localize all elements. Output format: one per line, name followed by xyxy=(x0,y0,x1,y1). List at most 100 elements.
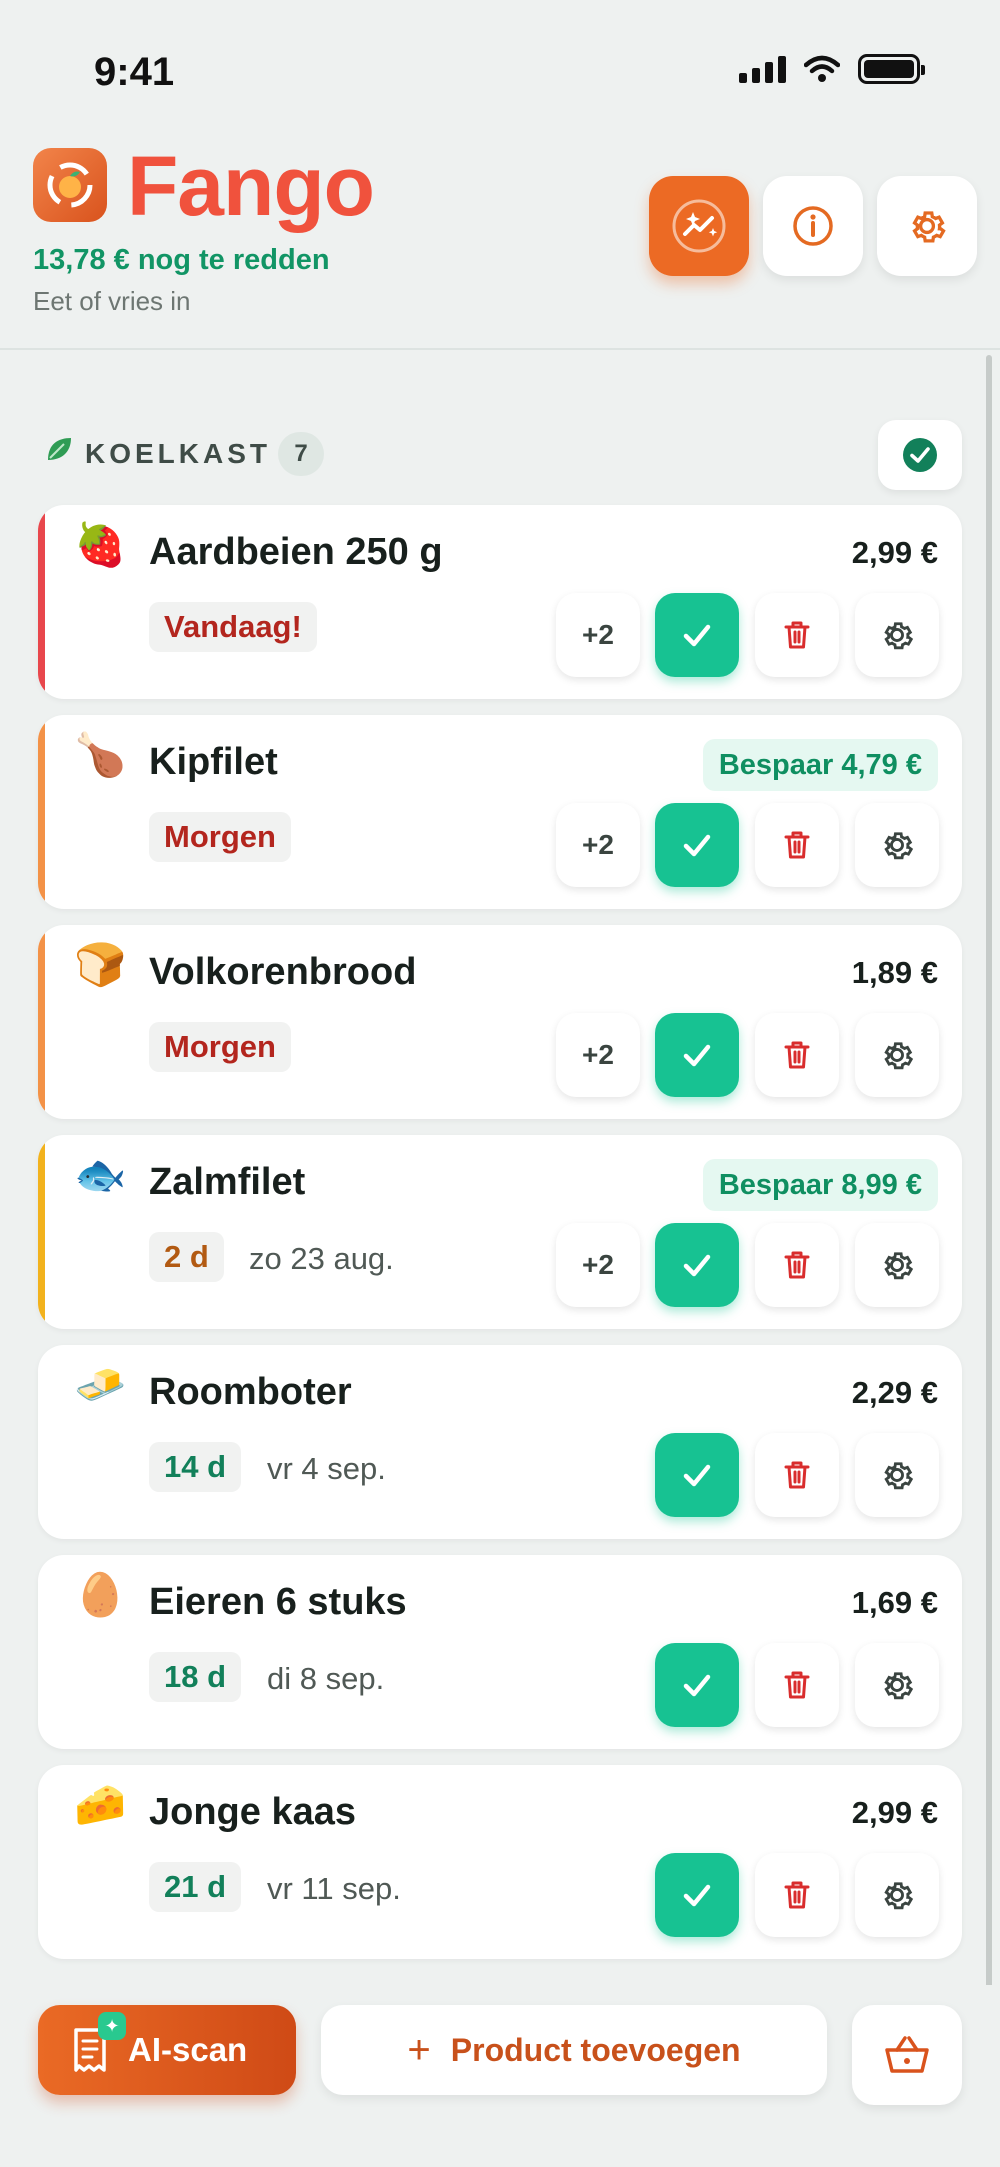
product-card[interactable]: 🧀 Jonge kaas 2,99 € 21 d vr 11 sep. xyxy=(38,1765,962,1959)
product-card[interactable]: 🥚 Eieren 6 stuks 1,69 € 18 d di 8 sep. xyxy=(38,1555,962,1749)
check-icon xyxy=(683,624,711,647)
add-product-button[interactable]: + Product toevoegen xyxy=(321,2005,827,2095)
battery-icon xyxy=(858,54,925,84)
savings-badge: Bespaar 4,79 € xyxy=(702,739,938,791)
gear-icon xyxy=(912,211,946,243)
receipt-scan-icon: ✦ xyxy=(68,2012,126,2076)
delete-button[interactable] xyxy=(755,1223,839,1307)
mark-eaten-button[interactable] xyxy=(655,1853,739,1937)
product-icon: 🧀 xyxy=(74,1781,127,1828)
product-icon: 🍓 xyxy=(74,521,127,568)
expiry-badge: Morgen xyxy=(149,1022,291,1072)
product-price: 1,69 € xyxy=(851,1585,938,1620)
insights-button[interactable] xyxy=(649,176,749,276)
mark-eaten-button[interactable] xyxy=(655,1223,739,1307)
delete-button[interactable] xyxy=(755,803,839,887)
wifi-icon xyxy=(804,55,840,82)
product-name: Kipfilet xyxy=(149,741,278,783)
gear-icon xyxy=(884,622,914,650)
gear-icon xyxy=(884,1252,914,1280)
delete-button[interactable] xyxy=(755,1643,839,1727)
extend-days-button[interactable]: +2 xyxy=(556,803,640,887)
product-name: Zalmfilet xyxy=(149,1161,306,1203)
product-icon: 🍗 xyxy=(74,731,127,778)
item-settings-button[interactable] xyxy=(855,1013,939,1097)
product-name: Aardbeien 250 g xyxy=(149,531,443,573)
product-price: 2,29 € xyxy=(851,1375,938,1410)
trash-icon xyxy=(784,1461,810,1489)
trend-sparkle-icon xyxy=(672,199,726,253)
trash-icon xyxy=(784,1881,810,1909)
check-icon xyxy=(683,1254,711,1277)
status-time: 9:41 xyxy=(94,50,175,94)
product-icon: 🥚 xyxy=(74,1571,127,1618)
product-card[interactable]: 🍞 Volkorenbrood 1,89 € Morgen +2 xyxy=(38,925,962,1119)
expiry-date: vr 11 sep. xyxy=(267,1871,401,1906)
app-name: Fango xyxy=(127,139,375,233)
urgency-stripe xyxy=(38,925,45,1119)
mark-eaten-button[interactable] xyxy=(655,1013,739,1097)
item-settings-button[interactable] xyxy=(855,1853,939,1937)
expiry-date: vr 4 sep. xyxy=(267,1451,386,1486)
select-all-button[interactable] xyxy=(878,420,962,490)
scrollbar[interactable] xyxy=(986,355,992,1995)
info-button[interactable] xyxy=(763,176,863,276)
ai-scan-button[interactable]: ✦ AI-scan xyxy=(38,2005,296,2095)
product-name: Volkorenbrood xyxy=(149,951,417,993)
expiry-badge: 14 d xyxy=(149,1442,242,1492)
product-price: 2,99 € xyxy=(851,535,938,570)
urgency-stripe xyxy=(38,715,45,909)
header-subtitle: Eet of vries in xyxy=(33,286,191,316)
add-product-label: Product toevoegen xyxy=(450,2031,741,2068)
trash-icon xyxy=(784,1671,810,1699)
extend-days-button[interactable]: +2 xyxy=(556,1223,640,1307)
info-icon xyxy=(793,206,833,246)
delete-button[interactable] xyxy=(755,1853,839,1937)
product-name: Jonge kaas xyxy=(149,1791,356,1833)
extend-days-button[interactable]: +2 xyxy=(556,1013,640,1097)
item-settings-button[interactable] xyxy=(855,1643,939,1727)
expiry-date: zo 23 aug. xyxy=(249,1241,394,1276)
gear-icon xyxy=(884,1672,914,1700)
trash-icon xyxy=(784,1251,810,1279)
item-settings-button[interactable] xyxy=(855,593,939,677)
app-logo xyxy=(33,148,107,222)
mark-eaten-button[interactable] xyxy=(655,593,739,677)
expiry-badge: Morgen xyxy=(149,812,291,862)
product-card[interactable]: 🧈 Roomboter 2,29 € 14 d vr 4 sep. xyxy=(38,1345,962,1539)
basket-button[interactable] xyxy=(852,2005,962,2105)
expiry-badge: 21 d xyxy=(149,1862,242,1912)
check-icon xyxy=(683,834,711,857)
expiry-badge: 2 d xyxy=(149,1232,224,1282)
section-title: KOELKAST xyxy=(85,438,271,469)
product-icon: 🧈 xyxy=(74,1361,127,1408)
gear-icon xyxy=(884,832,914,860)
mark-eaten-button[interactable] xyxy=(655,1433,739,1517)
gear-icon xyxy=(884,1882,914,1910)
item-settings-button[interactable] xyxy=(855,1223,939,1307)
status-bar: 9:41 xyxy=(0,0,1000,140)
product-card[interactable]: 🐟 Zalmfilet Bespaar 8,99 € 2 d zo 23 aug… xyxy=(38,1135,962,1329)
delete-button[interactable] xyxy=(755,593,839,677)
expiry-date: di 8 sep. xyxy=(267,1661,385,1696)
product-card[interactable]: 🍗 Kipfilet Bespaar 4,79 € Morgen +2 xyxy=(38,715,962,909)
settings-button[interactable] xyxy=(877,176,977,276)
product-price: 2,99 € xyxy=(851,1795,938,1830)
trash-icon xyxy=(784,621,810,649)
ai-scan-label: AI-scan xyxy=(128,2031,248,2068)
check-icon xyxy=(683,1464,711,1487)
delete-button[interactable] xyxy=(755,1433,839,1517)
item-settings-button[interactable] xyxy=(855,803,939,887)
mark-eaten-button[interactable] xyxy=(655,1643,739,1727)
product-icon: 🍞 xyxy=(74,941,127,988)
mark-eaten-button[interactable] xyxy=(655,803,739,887)
delete-button[interactable] xyxy=(755,1013,839,1097)
item-settings-button[interactable] xyxy=(855,1433,939,1517)
gear-icon xyxy=(884,1462,914,1490)
product-price: 1,89 € xyxy=(851,955,938,990)
product-card[interactable]: 🍓 Aardbeien 250 g 2,99 € Vandaag! +2 xyxy=(38,505,962,699)
savings-badge: Bespaar 8,99 € xyxy=(702,1159,938,1211)
extend-days-button[interactable]: +2 xyxy=(556,593,640,677)
trash-icon xyxy=(784,1041,810,1069)
urgency-stripe xyxy=(38,505,45,699)
